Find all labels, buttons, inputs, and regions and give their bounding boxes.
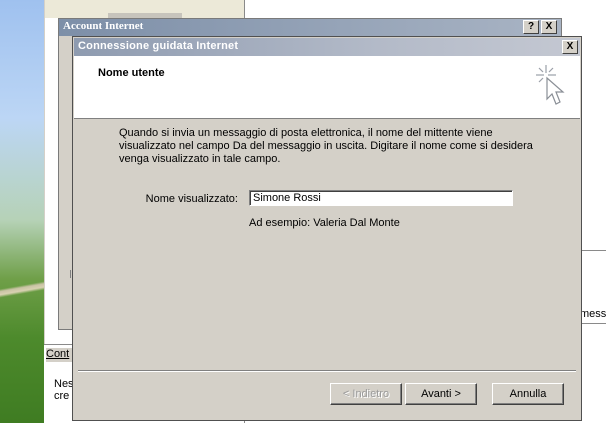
display-name-example: Ad esempio: Valeria Dal Monte [249,217,400,229]
desktop-wallpaper [0,0,44,423]
close-icon[interactable]: X [562,40,578,54]
close-icon[interactable]: X [541,20,557,34]
wizard-close-button[interactable]: X [560,40,578,54]
account-internet-title: Account Internet [63,20,144,32]
wizard-header: Nome utente [74,56,580,119]
wizard-description: Quando si invia un messaggio di posta el… [119,127,533,165]
wizard-title: Connessione guidata Internet [78,40,239,52]
wizard-button-separator [78,370,576,372]
connection-wizard-dialog: Connessione guidata Internet X Nome uten… [72,36,582,421]
wizard-titlebar[interactable]: Connessione guidata Internet X [74,38,580,56]
display-name-label: Nome visualizzato: [145,193,238,205]
account-internet-controls: ? X [521,20,557,34]
help-button[interactable]: ? [523,20,539,34]
display-name-input[interactable] [249,190,513,206]
wizard-wand-icon [536,65,565,105]
next-button[interactable]: Avanti > [405,383,477,405]
background-message-text: messa [580,308,606,320]
wizard-page-title: Nome utente [98,67,165,79]
account-internet-titlebar[interactable]: Account Internet ? X [59,19,561,36]
back-button[interactable]: < Indietro [330,383,402,405]
wallpaper-path [0,270,44,310]
cancel-button[interactable]: Annulla [492,383,564,405]
